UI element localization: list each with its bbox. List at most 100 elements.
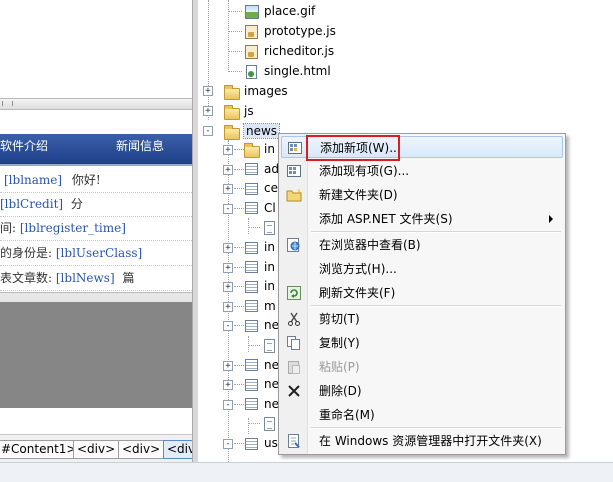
tree-line <box>248 336 249 352</box>
tree-item-news-child[interactable]: Cl <box>244 199 276 217</box>
menu-item[interactable]: 新建文件夹(D) <box>281 184 563 206</box>
context-menu: 添加新项(W)... 添加现有项(G)... 新建文件夹(D) 添加 ASP.NET … <box>278 133 566 455</box>
tag-div-1[interactable]: <div> <box>73 440 120 459</box>
info-row-credit: [lblCredit] 分 <box>0 192 192 217</box>
js-file-icon <box>244 44 260 60</box>
tree-folder-js[interactable]: js <box>224 102 254 120</box>
info-row-user-class: 的身份是: [lblUserClass] <box>0 241 192 266</box>
info-label: 的身份是: <box>0 246 53 260</box>
label-control-news[interactable]: [lblNews] <box>56 271 115 285</box>
tree-item-label: in <box>264 279 275 294</box>
menu-item-label: 刷新文件夹(F) <box>319 286 396 300</box>
info-row-register-time: 间: [lblregister_time] <box>0 216 192 241</box>
tree-connector <box>228 31 242 32</box>
page-icon <box>244 396 260 412</box>
info-label: 表文章数: <box>0 271 53 285</box>
label-control-credit[interactable]: [lblCredit] <box>0 197 63 211</box>
menu-item[interactable]: 在 Windows 资源管理器中打开文件夹(X) <box>281 430 563 452</box>
nav-tab-news[interactable]: 新闻信息 <box>116 137 164 154</box>
menu-item[interactable]: 重命名(M) <box>281 404 563 426</box>
info-suffix: 分 <box>70 197 83 211</box>
menu-separator <box>311 427 561 429</box>
tree-connector <box>248 423 260 425</box>
collapse-toggle[interactable]: - <box>223 321 233 332</box>
menu-item[interactable]: 删除(D) <box>281 380 563 402</box>
tree-item-prototype-js[interactable]: prototype.js <box>244 22 336 40</box>
expand-toggle[interactable]: + <box>223 145 233 155</box>
expand-toggle[interactable]: + <box>223 282 233 293</box>
menu-item[interactable]: 复制(Y) <box>281 332 563 354</box>
tree-item-label: ne <box>264 318 279 333</box>
copy-icon <box>286 335 302 351</box>
tree-connector <box>248 227 260 229</box>
tree-item-news-child[interactable]: ne <box>244 375 279 393</box>
menu-item[interactable]: 剪切(T) <box>281 308 563 330</box>
menu-item-label: 删除(D) <box>319 384 362 398</box>
tree-item-label: images <box>244 84 288 98</box>
collapse-toggle[interactable]: - <box>223 439 233 449</box>
paste-icon <box>286 359 302 375</box>
page-icon <box>244 240 260 256</box>
tree-item-single-html[interactable]: single.html <box>244 62 331 80</box>
splitter-grip <box>2 101 13 106</box>
tree-item-news-child[interactable]: ad <box>244 160 279 178</box>
expand-toggle[interactable]: + <box>223 243 233 253</box>
tree-item-news-child[interactable]: in <box>244 238 275 256</box>
menu-item[interactable]: 浏览方式(H)... <box>281 258 563 280</box>
menu-item-label: 重命名(M) <box>319 408 375 422</box>
footer-placeholder <box>0 302 192 408</box>
menu-item[interactable]: 添加现有项(G)... <box>281 160 563 182</box>
label-control-register-time[interactable]: [lblregister_time] <box>20 221 126 235</box>
tree-folder-news[interactable]: news <box>224 122 281 140</box>
submenu-arrow-icon <box>549 215 553 223</box>
menu-item[interactable]: 添加 ASP.NET 文件夹(S) <box>281 208 563 230</box>
tree-item-news-child[interactable]: in <box>244 258 275 276</box>
tree-item-label: place.gif <box>264 4 316 18</box>
menu-item[interactable]: 在浏览器中查看(B) <box>281 234 563 256</box>
collapse-toggle[interactable]: - <box>223 203 233 214</box>
status-strip <box>0 462 613 482</box>
label-control-user-class[interactable]: [lblUserClass] <box>56 246 142 260</box>
codebehind-icon <box>262 416 278 432</box>
tree-folder-images[interactable]: images <box>224 82 288 100</box>
expand-toggle[interactable]: + <box>203 86 213 96</box>
tree-item-news-child[interactable]: m <box>244 297 276 315</box>
tree-item-news-child[interactable]: us <box>244 434 278 452</box>
nav-tab-software-intro[interactable]: 软件介绍 <box>0 137 48 154</box>
page-icon <box>244 259 260 275</box>
expand-toggle[interactable]: + <box>223 262 233 273</box>
expand-toggle[interactable]: + <box>223 184 233 195</box>
info-row-username: [lblname] 你好! <box>0 168 192 193</box>
menu-item-label: 剪切(T) <box>319 312 360 326</box>
tree-item-news-child[interactable]: in <box>244 140 275 158</box>
tree-item-news-child[interactable]: ne <box>244 316 279 334</box>
tree-line <box>248 218 249 234</box>
expand-toggle[interactable]: + <box>223 301 233 312</box>
expand-toggle[interactable]: + <box>223 380 233 391</box>
expand-toggle[interactable]: + <box>223 360 233 371</box>
page-icon <box>244 181 260 197</box>
tag-content1[interactable]: #Content1> <box>0 440 81 459</box>
menu-item[interactable]: 刷新文件夹(F) <box>281 282 563 304</box>
expand-toggle[interactable]: + <box>203 106 213 116</box>
label-control-name[interactable]: [lblname] <box>4 173 62 187</box>
tree-item-news-child[interactable]: in <box>244 277 275 295</box>
tag-div-2[interactable]: <div> <box>118 440 165 459</box>
tree-item-label: single.html <box>264 64 331 78</box>
tree-item-label: ce <box>264 181 278 196</box>
tree-item-news-child[interactable]: ce <box>244 179 278 197</box>
tag-div-3[interactable]: <div> <box>163 440 192 459</box>
tree-connector <box>248 345 260 346</box>
tree-item-place-gif[interactable]: place.gif <box>244 2 315 20</box>
collapse-toggle[interactable]: - <box>203 126 213 136</box>
collapse-toggle[interactable]: - <box>223 399 233 410</box>
add-new-item-icon <box>287 140 303 156</box>
tree-item-news-child[interactable]: ne <box>244 395 279 413</box>
expand-toggle[interactable]: + <box>223 164 233 175</box>
page-icon <box>244 279 260 295</box>
tree-item-richeditor-js[interactable]: richeditor.js <box>244 42 334 60</box>
page-icon <box>244 357 260 373</box>
tree-item-news-child[interactable]: ne <box>244 356 279 374</box>
pane-splitter[interactable] <box>0 98 192 110</box>
tree-connector <box>228 51 242 52</box>
